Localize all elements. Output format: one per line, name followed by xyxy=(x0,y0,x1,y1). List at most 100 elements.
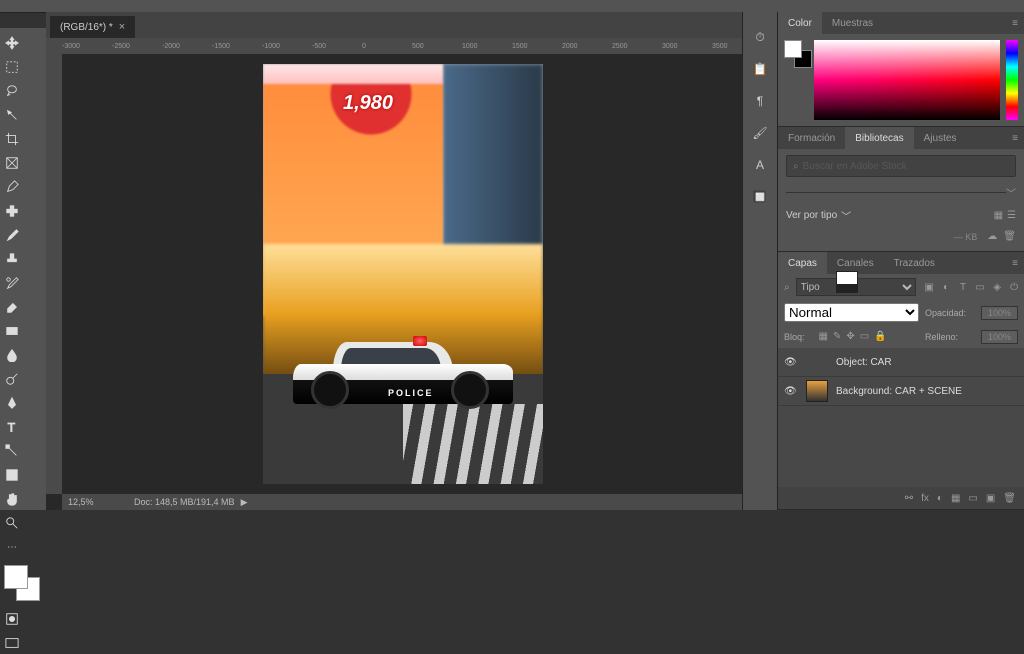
cloud-icon[interactable]: ☁ xyxy=(987,231,997,242)
document-tab-title: (RGB/16*) * xyxy=(60,22,113,33)
new-layer-icon[interactable]: ▣ xyxy=(986,493,995,504)
svg-text:T: T xyxy=(8,420,16,434)
delete-icon[interactable]: 🗑 xyxy=(1003,493,1016,504)
color-spectrum[interactable] xyxy=(814,40,1000,120)
filter-smart-icon[interactable]: ◈ xyxy=(990,282,1004,293)
eraser-tool[interactable] xyxy=(1,296,23,318)
type-tool[interactable]: T xyxy=(1,416,23,438)
trash-icon[interactable]: 🗑 xyxy=(1003,231,1016,242)
filter-shape-icon[interactable]: ▭ xyxy=(973,282,987,293)
panel-menu-icon[interactable]: ≡ xyxy=(1012,258,1024,269)
grid-view-icon[interactable]: ▦ xyxy=(994,210,1003,221)
link-layers-icon[interactable]: ⚯ xyxy=(905,493,913,504)
ruler-horizontal: -3000-2500-2000-1500-1000-50005001000150… xyxy=(62,38,744,54)
shape-tool[interactable] xyxy=(1,464,23,486)
crop-tool[interactable] xyxy=(1,128,23,150)
lock-position-icon[interactable]: ✥ xyxy=(846,331,854,342)
screenmode-tool[interactable] xyxy=(1,632,23,654)
fill-value[interactable]: 100% xyxy=(981,330,1018,344)
visibility-icon[interactable]: 👁 xyxy=(784,357,798,368)
history-brush-tool[interactable] xyxy=(1,272,23,294)
tab-libraries[interactable]: Bibliotecas xyxy=(845,127,913,149)
layer-thumbnail[interactable] xyxy=(836,271,858,293)
tab-color[interactable]: Color xyxy=(778,12,822,34)
libraries-panel: Formación Bibliotecas Ajustes ≡ ⌕ Buscar… xyxy=(778,127,1024,252)
lasso-tool[interactable] xyxy=(1,80,23,102)
layers-shortcut-icon[interactable]: 🔲 xyxy=(751,188,769,206)
list-view-icon[interactable]: ☰ xyxy=(1007,210,1016,221)
lock-all-icon[interactable]: 🔒 xyxy=(874,331,886,342)
brush-tool[interactable] xyxy=(1,224,23,246)
filter-pixel-icon[interactable]: ▣ xyxy=(922,282,936,293)
status-bar: 12,5% Doc: 148,5 MB/191,4 MB ▶ xyxy=(62,494,744,510)
eyedropper-tool[interactable] xyxy=(1,176,23,198)
zoom-level[interactable]: 12,5% xyxy=(62,497,124,507)
stamp-tool[interactable] xyxy=(1,248,23,270)
blur-tool[interactable] xyxy=(1,344,23,366)
close-icon[interactable]: × xyxy=(119,21,125,33)
dodge-tool[interactable] xyxy=(1,368,23,390)
hue-bar[interactable] xyxy=(1006,40,1018,120)
search-icon: ⌕ xyxy=(793,161,799,172)
tab-learn[interactable]: Formación xyxy=(778,127,845,149)
frame-tool[interactable] xyxy=(1,152,23,174)
search-placeholder: Buscar en Adobe Stock xyxy=(803,161,907,172)
move-tool[interactable] xyxy=(1,32,23,54)
tab-layers[interactable]: Capas xyxy=(778,252,827,274)
path-tool[interactable] xyxy=(1,440,23,462)
filter-type-icon[interactable]: T xyxy=(956,282,970,293)
search-icon: ⌕ xyxy=(784,282,790,293)
color-swatches[interactable] xyxy=(4,565,40,601)
ruler-corner xyxy=(46,38,62,54)
panel-menu-icon[interactable]: ≡ xyxy=(1012,133,1024,144)
library-search[interactable]: ⌕ Buscar en Adobe Stock xyxy=(786,155,1016,177)
pen-tool[interactable] xyxy=(1,392,23,414)
doc-info-arrow-icon[interactable]: ▶ xyxy=(241,497,248,508)
fx-icon[interactable]: fx xyxy=(921,493,929,504)
history-icon[interactable]: ⏱ xyxy=(751,28,769,46)
marquee-tool[interactable] xyxy=(1,56,23,78)
filter-adjust-icon[interactable]: ◐ xyxy=(939,282,953,293)
zoom-tool[interactable] xyxy=(1,512,23,534)
hand-tool[interactable] xyxy=(1,488,23,510)
brushes-icon[interactable]: 🖌 xyxy=(751,124,769,142)
document-tab[interactable]: (RGB/16*) * × xyxy=(50,16,135,38)
tab-paths[interactable]: Trazados xyxy=(884,252,945,274)
opacity-value[interactable]: 100% xyxy=(981,306,1018,320)
properties-icon[interactable]: 📋 xyxy=(751,60,769,78)
color-panel: Color Muestras ≡ xyxy=(778,12,1024,127)
layer-name: Object: CAR xyxy=(836,357,892,368)
wand-tool[interactable] xyxy=(1,104,23,126)
character-icon[interactable]: A xyxy=(751,156,769,174)
chevron-down-icon: ﹀ xyxy=(841,208,851,223)
quickmask-tool[interactable] xyxy=(1,608,23,630)
paragraph-icon[interactable]: ¶ xyxy=(751,92,769,110)
layer-item[interactable]: 👁 Object: CAR xyxy=(778,348,1024,377)
visibility-icon[interactable]: 👁 xyxy=(784,386,798,397)
gradient-tool[interactable] xyxy=(1,320,23,342)
adjustment-icon[interactable]: ▦ xyxy=(951,493,960,504)
view-type-selector[interactable]: Ver por tipo ﹀ xyxy=(786,208,851,223)
lock-pixels-icon[interactable]: ▦ xyxy=(819,331,828,342)
blend-mode-select[interactable]: Normal xyxy=(784,303,919,322)
layer-thumbnail[interactable] xyxy=(806,380,828,402)
lock-brush-icon[interactable]: ✎ xyxy=(833,331,841,342)
mask-icon[interactable]: ◐ xyxy=(937,493,943,504)
canvas-stage[interactable]: 1,980 POLICE xyxy=(62,54,744,494)
layer-item[interactable]: 👁 Background: CAR + SCENE xyxy=(778,377,1024,406)
group-icon[interactable]: ▭ xyxy=(968,493,977,504)
image-car-label: POLICE xyxy=(388,388,434,398)
right-panels: Color Muestras ≡ Formación Bibliotecas A… xyxy=(777,12,1024,510)
panel-menu-icon[interactable]: ≡ xyxy=(1012,18,1024,29)
filter-toggle-icon[interactable]: ⏻ xyxy=(1010,282,1018,293)
tab-swatches[interactable]: Muestras xyxy=(822,12,883,34)
chevron-down-icon[interactable]: ﹀ xyxy=(1006,185,1016,200)
layers-footer: ⚯ fx ◐ ▦ ▭ ▣ 🗑 xyxy=(778,487,1024,509)
heal-tool[interactable] xyxy=(1,200,23,222)
edit-toolbar[interactable]: ⋯ xyxy=(1,536,23,558)
fill-label: Relleno: xyxy=(925,332,975,342)
doc-info: Doc: 148,5 MB/191,4 MB xyxy=(124,497,235,507)
lock-artboard-icon[interactable]: ▭ xyxy=(860,331,869,342)
tab-adjustments[interactable]: Ajustes xyxy=(914,127,967,149)
fg-bg-swatch[interactable] xyxy=(784,40,808,120)
